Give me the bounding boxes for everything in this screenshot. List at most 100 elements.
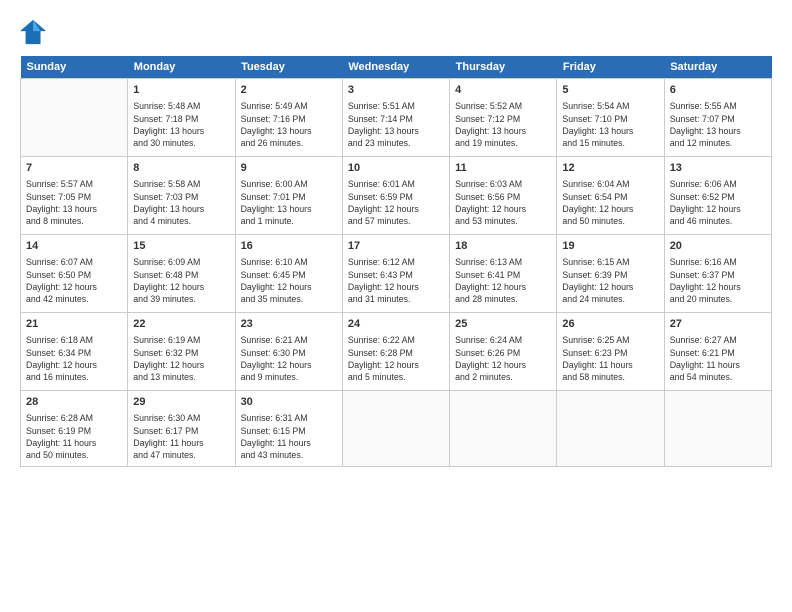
calendar-cell: 28 Sunrise: 6:28 AMSunset: 6:19 PMDayligh… [21, 391, 128, 467]
calendar-cell: 16 Sunrise: 6:10 AMSunset: 6:45 PMDayligh… [235, 235, 342, 313]
day-number: 22 [133, 317, 229, 332]
day-number: 30 [241, 395, 337, 410]
day-number: 12 [562, 161, 658, 176]
col-header-monday: Monday [128, 56, 235, 79]
calendar-cell: 15Sunrise: 6:09 AMSunset: 6:48 PMDayligh… [128, 235, 235, 313]
calendar-cell [450, 391, 557, 467]
day-number: 16 [241, 239, 337, 254]
day-number: 1 [133, 83, 229, 98]
calendar-cell: 18 Sunrise: 6:13 AMSunset: 6:41 PMDayligh… [450, 235, 557, 313]
cell-info: Sunrise: 6:27 AMSunset: 6:21 PMDaylight:… [670, 334, 766, 383]
calendar-cell: 1 Sunrise: 5:48 AMSunset: 7:18 PMDaylight… [128, 79, 235, 157]
calendar-table: SundayMondayTuesdayWednesdayThursdayFrid… [20, 56, 772, 467]
day-number: 15 [133, 239, 229, 254]
header-row: SundayMondayTuesdayWednesdayThursdayFrid… [21, 56, 772, 79]
day-number: 14 [26, 239, 122, 254]
calendar-cell: 10 Sunrise: 6:01 AMSunset: 6:59 PMDayligh… [342, 157, 449, 235]
cell-info: Sunrise: 5:51 AMSunset: 7:14 PMDaylight:… [348, 100, 444, 149]
cell-info: Sunrise: 5:49 AMSunset: 7:16 PMDaylight:… [241, 100, 337, 149]
cell-info: Sunrise: 6:01 AMSunset: 6:59 PMDaylight:… [348, 178, 444, 227]
day-number: 29 [133, 395, 229, 410]
day-number: 19 [562, 239, 658, 254]
cell-info: Sunrise: 6:00 AMSunset: 7:01 PMDaylight:… [241, 178, 337, 227]
col-header-wednesday: Wednesday [342, 56, 449, 79]
day-number: 10 [348, 161, 444, 176]
col-header-tuesday: Tuesday [235, 56, 342, 79]
day-number: 28 [26, 395, 122, 410]
calendar-cell: 23 Sunrise: 6:21 AMSunset: 6:30 PMDayligh… [235, 313, 342, 391]
col-header-sunday: Sunday [21, 56, 128, 79]
calendar-cell: 12Sunrise: 6:04 AMSunset: 6:54 PMDayligh… [557, 157, 664, 235]
calendar-cell: 2 Sunrise: 5:49 AMSunset: 7:16 PMDaylight… [235, 79, 342, 157]
day-number: 4 [455, 83, 551, 98]
calendar-cell: 3 Sunrise: 5:51 AMSunset: 7:14 PMDaylight… [342, 79, 449, 157]
col-header-thursday: Thursday [450, 56, 557, 79]
cell-info: Sunrise: 5:54 AMSunset: 7:10 PMDaylight:… [562, 100, 658, 149]
cell-info: Sunrise: 5:57 AMSunset: 7:05 PMDaylight:… [26, 178, 122, 227]
cell-info: Sunrise: 5:52 AMSunset: 7:12 PMDaylight:… [455, 100, 551, 149]
calendar-cell [557, 391, 664, 467]
cell-info: Sunrise: 6:15 AMSunset: 6:39 PMDaylight:… [562, 256, 658, 305]
calendar-cell: 29Sunrise: 6:30 AMSunset: 6:17 PMDayligh… [128, 391, 235, 467]
cell-info: Sunrise: 5:55 AMSunset: 7:07 PMDaylight:… [670, 100, 766, 149]
day-number: 21 [26, 317, 122, 332]
cell-info: Sunrise: 6:13 AMSunset: 6:41 PMDaylight:… [455, 256, 551, 305]
cell-info: Sunrise: 6:24 AMSunset: 6:26 PMDaylight:… [455, 334, 551, 383]
calendar-cell: 9 Sunrise: 6:00 AMSunset: 7:01 PMDaylight… [235, 157, 342, 235]
col-header-saturday: Saturday [664, 56, 771, 79]
cell-info: Sunrise: 6:21 AMSunset: 6:30 PMDaylight:… [241, 334, 337, 383]
day-number: 7 [26, 161, 122, 176]
week-row-1: 1 Sunrise: 5:48 AMSunset: 7:18 PMDaylight… [21, 79, 772, 157]
day-number: 5 [562, 83, 658, 98]
day-number: 17 [348, 239, 444, 254]
day-number: 2 [241, 83, 337, 98]
calendar-cell: 8 Sunrise: 5:58 AMSunset: 7:03 PMDaylight… [128, 157, 235, 235]
calendar-cell: 19 Sunrise: 6:15 AMSunset: 6:39 PMDayligh… [557, 235, 664, 313]
cell-info: Sunrise: 6:25 AMSunset: 6:23 PMDaylight:… [562, 334, 658, 383]
calendar-cell: 22 Sunrise: 6:19 AMSunset: 6:32 PMDayligh… [128, 313, 235, 391]
week-row-3: 14 Sunrise: 6:07 AMSunset: 6:50 PMDayligh… [21, 235, 772, 313]
cell-info: Sunrise: 6:28 AMSunset: 6:19 PMDaylight:… [26, 412, 122, 461]
calendar-cell: 24 Sunrise: 6:22 AMSunset: 6:28 PMDayligh… [342, 313, 449, 391]
cell-info: Sunrise: 6:22 AMSunset: 6:28 PMDaylight:… [348, 334, 444, 383]
day-number: 6 [670, 83, 766, 98]
day-number: 23 [241, 317, 337, 332]
cell-info: Sunrise: 5:58 AMSunset: 7:03 PMDaylight:… [133, 178, 229, 227]
cell-info: Sunrise: 6:10 AMSunset: 6:45 PMDaylight:… [241, 256, 337, 305]
logo [20, 18, 52, 46]
calendar-cell: 14 Sunrise: 6:07 AMSunset: 6:50 PMDayligh… [21, 235, 128, 313]
calendar-cell: 17Sunrise: 6:12 AMSunset: 6:43 PMDayligh… [342, 235, 449, 313]
day-number: 9 [241, 161, 337, 176]
cell-info: Sunrise: 6:07 AMSunset: 6:50 PMDaylight:… [26, 256, 122, 305]
day-number: 18 [455, 239, 551, 254]
day-number: 24 [348, 317, 444, 332]
calendar-cell: 13Sunrise: 6:06 AMSunset: 6:52 PMDayligh… [664, 157, 771, 235]
calendar-cell: 20 Sunrise: 6:16 AMSunset: 6:37 PMDayligh… [664, 235, 771, 313]
logo-icon [20, 18, 48, 46]
page: SundayMondayTuesdayWednesdayThursdayFrid… [0, 0, 792, 612]
calendar-cell [342, 391, 449, 467]
day-number: 25 [455, 317, 551, 332]
day-number: 20 [670, 239, 766, 254]
calendar-cell: 7 Sunrise: 5:57 AMSunset: 7:05 PMDaylight… [21, 157, 128, 235]
col-header-friday: Friday [557, 56, 664, 79]
calendar-cell: 6 Sunrise: 5:55 AMSunset: 7:07 PMDaylight… [664, 79, 771, 157]
day-number: 27 [670, 317, 766, 332]
week-row-2: 7 Sunrise: 5:57 AMSunset: 7:05 PMDaylight… [21, 157, 772, 235]
calendar-cell: 11 Sunrise: 6:03 AMSunset: 6:56 PMDayligh… [450, 157, 557, 235]
calendar-cell: 30 Sunrise: 6:31 AMSunset: 6:15 PMDayligh… [235, 391, 342, 467]
cell-info: Sunrise: 6:19 AMSunset: 6:32 PMDaylight:… [133, 334, 229, 383]
week-row-5: 28 Sunrise: 6:28 AMSunset: 6:19 PMDayligh… [21, 391, 772, 467]
calendar-cell: 26 Sunrise: 6:25 AMSunset: 6:23 PMDayligh… [557, 313, 664, 391]
cell-info: Sunrise: 6:16 AMSunset: 6:37 PMDaylight:… [670, 256, 766, 305]
day-number: 8 [133, 161, 229, 176]
day-number: 3 [348, 83, 444, 98]
calendar-cell [21, 79, 128, 157]
day-number: 11 [455, 161, 551, 176]
cell-info: Sunrise: 5:48 AMSunset: 7:18 PMDaylight:… [133, 100, 229, 149]
cell-info: Sunrise: 6:31 AMSunset: 6:15 PMDaylight:… [241, 412, 337, 461]
header [20, 18, 772, 46]
day-number: 26 [562, 317, 658, 332]
cell-info: Sunrise: 6:03 AMSunset: 6:56 PMDaylight:… [455, 178, 551, 227]
calendar-cell: 5 Sunrise: 5:54 AMSunset: 7:10 PMDaylight… [557, 79, 664, 157]
